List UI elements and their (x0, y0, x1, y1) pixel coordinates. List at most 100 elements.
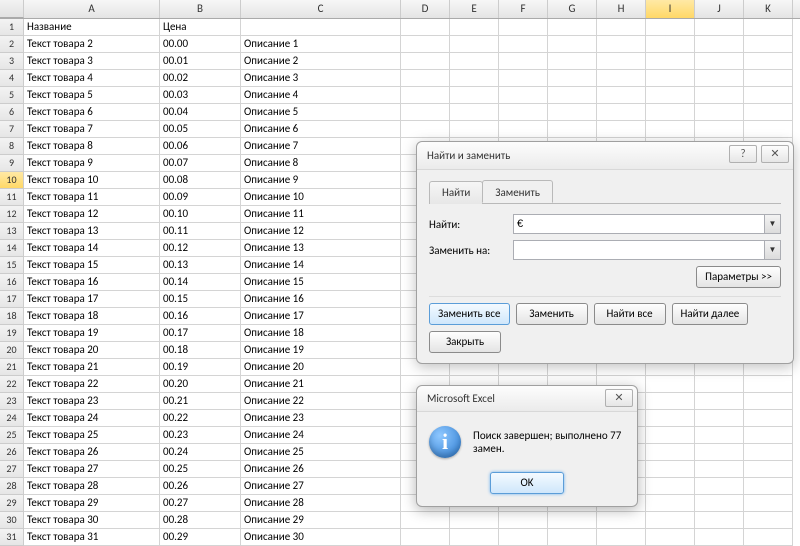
cell[interactable] (401, 53, 450, 70)
cell[interactable] (744, 427, 793, 444)
row-header[interactable]: 6 (0, 104, 24, 121)
cell[interactable]: Описание 27 (241, 478, 401, 495)
cell[interactable] (401, 19, 450, 36)
cell[interactable]: 00.16 (160, 308, 241, 325)
cell[interactable]: Текст товара 25 (24, 427, 160, 444)
cell[interactable]: 00.04 (160, 104, 241, 121)
cell[interactable] (695, 393, 744, 410)
cell[interactable]: Описание 23 (241, 410, 401, 427)
row-header[interactable]: 24 (0, 410, 24, 427)
cell[interactable]: Описание 29 (241, 512, 401, 529)
cell[interactable]: Описание 18 (241, 325, 401, 342)
row-header[interactable]: 14 (0, 240, 24, 257)
cell[interactable]: Текст товара 20 (24, 342, 160, 359)
dialog-titlebar[interactable]: Найти и заменить ? ✕ (417, 142, 793, 170)
cell[interactable]: Текст товара 10 (24, 172, 160, 189)
cell[interactable] (695, 87, 744, 104)
cell[interactable]: Описание 25 (241, 444, 401, 461)
cell[interactable]: 00.14 (160, 274, 241, 291)
cell[interactable] (744, 410, 793, 427)
cell[interactable]: Текст товара 7 (24, 121, 160, 138)
cell[interactable] (695, 444, 744, 461)
cell[interactable]: 00.13 (160, 257, 241, 274)
cell[interactable] (450, 53, 499, 70)
cell[interactable]: Описание 11 (241, 206, 401, 223)
cell[interactable] (499, 104, 548, 121)
cell[interactable]: Текст товара 19 (24, 325, 160, 342)
cell[interactable]: Текст товара 18 (24, 308, 160, 325)
cell[interactable] (646, 121, 695, 138)
cell[interactable] (450, 19, 499, 36)
replace-all-button[interactable]: Заменить все (429, 303, 510, 325)
cell[interactable]: Описание 16 (241, 291, 401, 308)
cell[interactable]: 00.08 (160, 172, 241, 189)
cell[interactable] (548, 121, 597, 138)
cell[interactable] (548, 19, 597, 36)
cell[interactable] (744, 461, 793, 478)
row-header[interactable]: 27 (0, 461, 24, 478)
cell[interactable] (548, 512, 597, 529)
row-header[interactable]: 3 (0, 53, 24, 70)
row-header[interactable]: 8 (0, 138, 24, 155)
cell[interactable] (450, 70, 499, 87)
row-header[interactable]: 13 (0, 223, 24, 240)
cell[interactable] (744, 478, 793, 495)
cell[interactable]: Текст товара 8 (24, 138, 160, 155)
cell[interactable] (548, 36, 597, 53)
close-button[interactable]: ✕ (761, 145, 789, 163)
cell[interactable] (597, 53, 646, 70)
cell[interactable]: Описание 28 (241, 495, 401, 512)
cell[interactable]: 00.07 (160, 155, 241, 172)
cell[interactable]: 00.25 (160, 461, 241, 478)
cell[interactable] (646, 53, 695, 70)
cell[interactable] (499, 512, 548, 529)
column-header-G[interactable]: G (548, 0, 597, 18)
cell[interactable] (597, 87, 646, 104)
cell[interactable] (744, 121, 793, 138)
cell[interactable] (695, 53, 744, 70)
cell[interactable]: 00.23 (160, 427, 241, 444)
cell[interactable] (695, 36, 744, 53)
cell[interactable] (401, 104, 450, 121)
row-header[interactable]: 16 (0, 274, 24, 291)
row-header[interactable]: 2 (0, 36, 24, 53)
cell[interactable] (744, 19, 793, 36)
cell[interactable]: Описание 10 (241, 189, 401, 206)
cell[interactable]: Описание 2 (241, 53, 401, 70)
cell[interactable]: Описание 3 (241, 70, 401, 87)
cell[interactable]: Текст товара 2 (24, 36, 160, 53)
cell[interactable] (695, 495, 744, 512)
cell[interactable] (450, 104, 499, 121)
row-header[interactable]: 25 (0, 427, 24, 444)
cell[interactable] (499, 36, 548, 53)
cell[interactable]: Название (24, 19, 160, 36)
row-header[interactable]: 15 (0, 257, 24, 274)
column-header-K[interactable]: K (744, 0, 793, 18)
cell[interactable]: Описание 8 (241, 155, 401, 172)
cell[interactable] (401, 36, 450, 53)
cell[interactable]: Текст товара 13 (24, 223, 160, 240)
cell[interactable] (695, 410, 744, 427)
cell[interactable] (695, 70, 744, 87)
cell[interactable] (401, 70, 450, 87)
row-header[interactable]: 26 (0, 444, 24, 461)
cell[interactable]: Текст товара 17 (24, 291, 160, 308)
row-header[interactable]: 21 (0, 359, 24, 376)
cell[interactable] (695, 121, 744, 138)
cell[interactable]: 00.18 (160, 342, 241, 359)
cell[interactable]: 00.17 (160, 325, 241, 342)
row-header[interactable]: 20 (0, 342, 24, 359)
row-header[interactable]: 28 (0, 478, 24, 495)
cell[interactable] (744, 495, 793, 512)
cell[interactable] (646, 36, 695, 53)
cell[interactable]: 00.21 (160, 393, 241, 410)
cell[interactable] (646, 87, 695, 104)
cell[interactable]: Описание 4 (241, 87, 401, 104)
cell[interactable]: Текст товара 29 (24, 495, 160, 512)
cell[interactable]: Текст товара 3 (24, 53, 160, 70)
cell[interactable]: Текст товара 12 (24, 206, 160, 223)
cell[interactable] (450, 121, 499, 138)
cell[interactable]: Описание 13 (241, 240, 401, 257)
cell[interactable]: Описание 1 (241, 36, 401, 53)
row-header[interactable]: 23 (0, 393, 24, 410)
